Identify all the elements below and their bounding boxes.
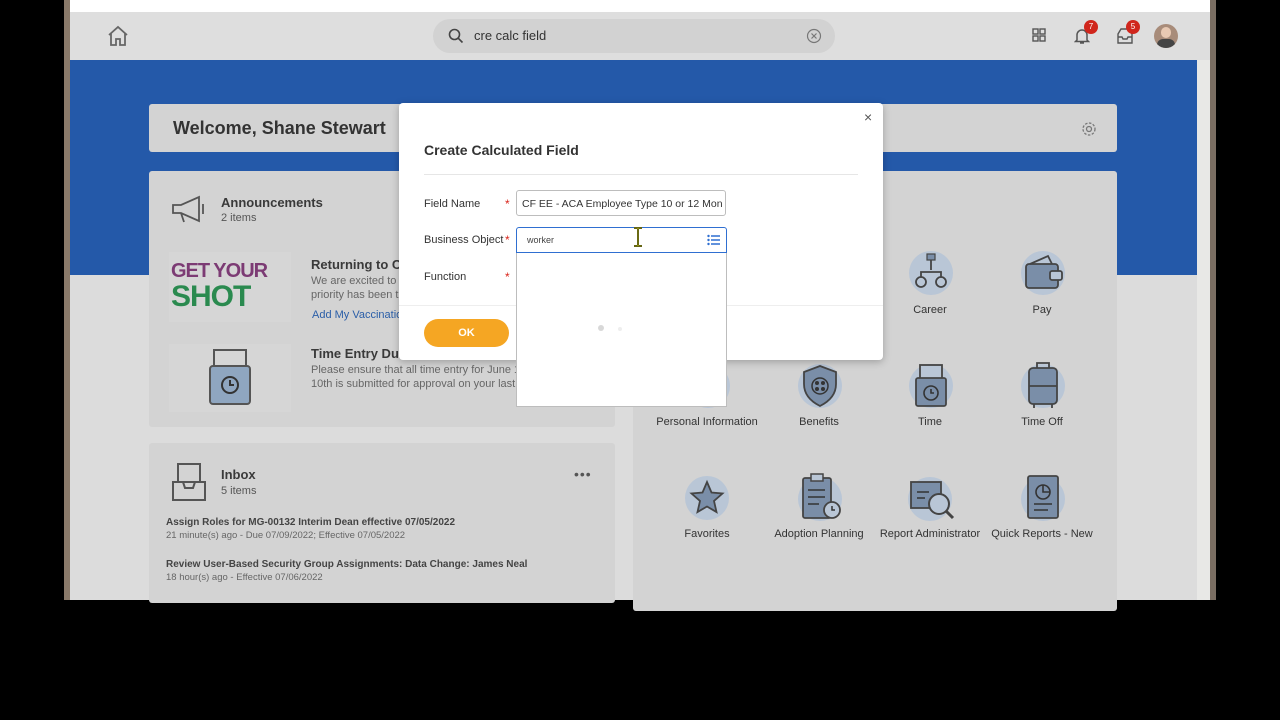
business-object-required-marker: *	[505, 233, 510, 247]
inbox-badge: 5	[1126, 20, 1140, 34]
close-dialog-button[interactable]: ×	[864, 109, 872, 125]
career-icon[interactable]	[908, 250, 954, 296]
app-label-benefits[interactable]: Benefits	[764, 416, 874, 428]
announcement-body: 10th is submitted for approval on your l…	[311, 378, 524, 390]
inbox-icon	[172, 463, 206, 501]
text-cursor-icon	[634, 227, 642, 247]
dialog-title-divider	[424, 174, 858, 175]
app-label-time[interactable]: Time	[875, 416, 985, 428]
function-required-marker: *	[505, 270, 510, 284]
business-object-value: worker	[527, 235, 555, 245]
announcement-title[interactable]: Time Entry Due	[311, 346, 406, 361]
apps-grid-icon[interactable]	[1032, 28, 1046, 42]
report-administrator-icon[interactable]	[907, 474, 957, 524]
inbox-item-meta: 21 minute(s) ago - Due 07/09/2022; Effec…	[166, 530, 406, 541]
app-label-pay[interactable]: Pay	[987, 304, 1097, 316]
time-clock-icon	[209, 349, 251, 405]
business-object-label: Business Object	[424, 234, 504, 246]
inbox-title: Inbox	[221, 467, 256, 482]
benefits-shield-icon[interactable]	[797, 362, 843, 410]
pay-wallet-icon[interactable]	[1020, 250, 1066, 296]
function-label: Function	[424, 271, 467, 283]
more-options-icon[interactable]: •••	[574, 466, 592, 482]
announcements-count: 2 items	[221, 212, 257, 224]
time-clock-app-icon[interactable]	[908, 362, 954, 410]
announcement-body: priority has been th	[311, 289, 405, 301]
inbox-item-meta: 18 hour(s) ago - Effective 07/06/2022	[166, 572, 323, 583]
dialog-title: Create Calculated Field	[424, 142, 579, 158]
adoption-planning-icon[interactable]	[797, 472, 845, 522]
welcome-title: Welcome, Shane Stewart	[173, 118, 386, 138]
loading-dot	[618, 327, 622, 331]
announcement-body: Please ensure that all time entry for Ju…	[311, 364, 526, 376]
app-label-report-administrator[interactable]: Report Administrator	[875, 528, 985, 540]
inbox-count: 5 items	[221, 485, 257, 497]
time-off-suitcase-icon[interactable]	[1020, 360, 1066, 410]
app-label-career[interactable]: Career	[875, 304, 985, 316]
prompt-list-icon[interactable]	[707, 234, 721, 246]
inbox-item-title[interactable]: Assign Roles for MG-00132 Interim Dean e…	[166, 517, 455, 528]
quick-reports-icon[interactable]	[1020, 472, 1066, 522]
image-text-bottom: SHOT	[171, 280, 251, 313]
app-label-adoption-planning[interactable]: Adoption Planning	[764, 528, 874, 540]
favorites-star-icon[interactable]	[684, 475, 730, 521]
gear-icon[interactable]	[1081, 121, 1097, 137]
field-name-label: Field Name	[424, 198, 481, 210]
search-icon	[448, 28, 464, 44]
app-label-favorites[interactable]: Favorites	[652, 528, 762, 540]
announcement-body: We are excited to w	[311, 275, 408, 287]
megaphone-icon	[172, 195, 204, 223]
clear-search-icon[interactable]	[806, 28, 822, 44]
app-label-personal-information[interactable]: Personal Information	[652, 416, 762, 428]
app-label-quick-reports-new[interactable]: Quick Reports - New	[987, 528, 1097, 540]
announcements-title: Announcements	[221, 195, 323, 210]
app-label-time-off[interactable]: Time Off	[987, 416, 1097, 428]
field-name-value: CF EE - ACA Employee Type 10 or 12 Mont	[522, 198, 722, 210]
loading-dot	[598, 325, 604, 331]
ok-button[interactable]: OK	[424, 319, 509, 347]
home-icon[interactable]	[106, 24, 130, 48]
notification-badge: 7	[1084, 20, 1098, 34]
inbox-item-title[interactable]: Review User-Based Security Group Assignm…	[166, 559, 527, 570]
search-input[interactable]: cre calc field	[474, 28, 546, 43]
avatar[interactable]	[1154, 24, 1178, 48]
vaccination-image: GET YOUR SHOT	[169, 252, 291, 322]
vaccination-link[interactable]: Add My Vaccinatio	[312, 309, 402, 321]
desktop-edge-right	[1210, 0, 1216, 600]
field-name-required-marker: *	[505, 197, 510, 211]
